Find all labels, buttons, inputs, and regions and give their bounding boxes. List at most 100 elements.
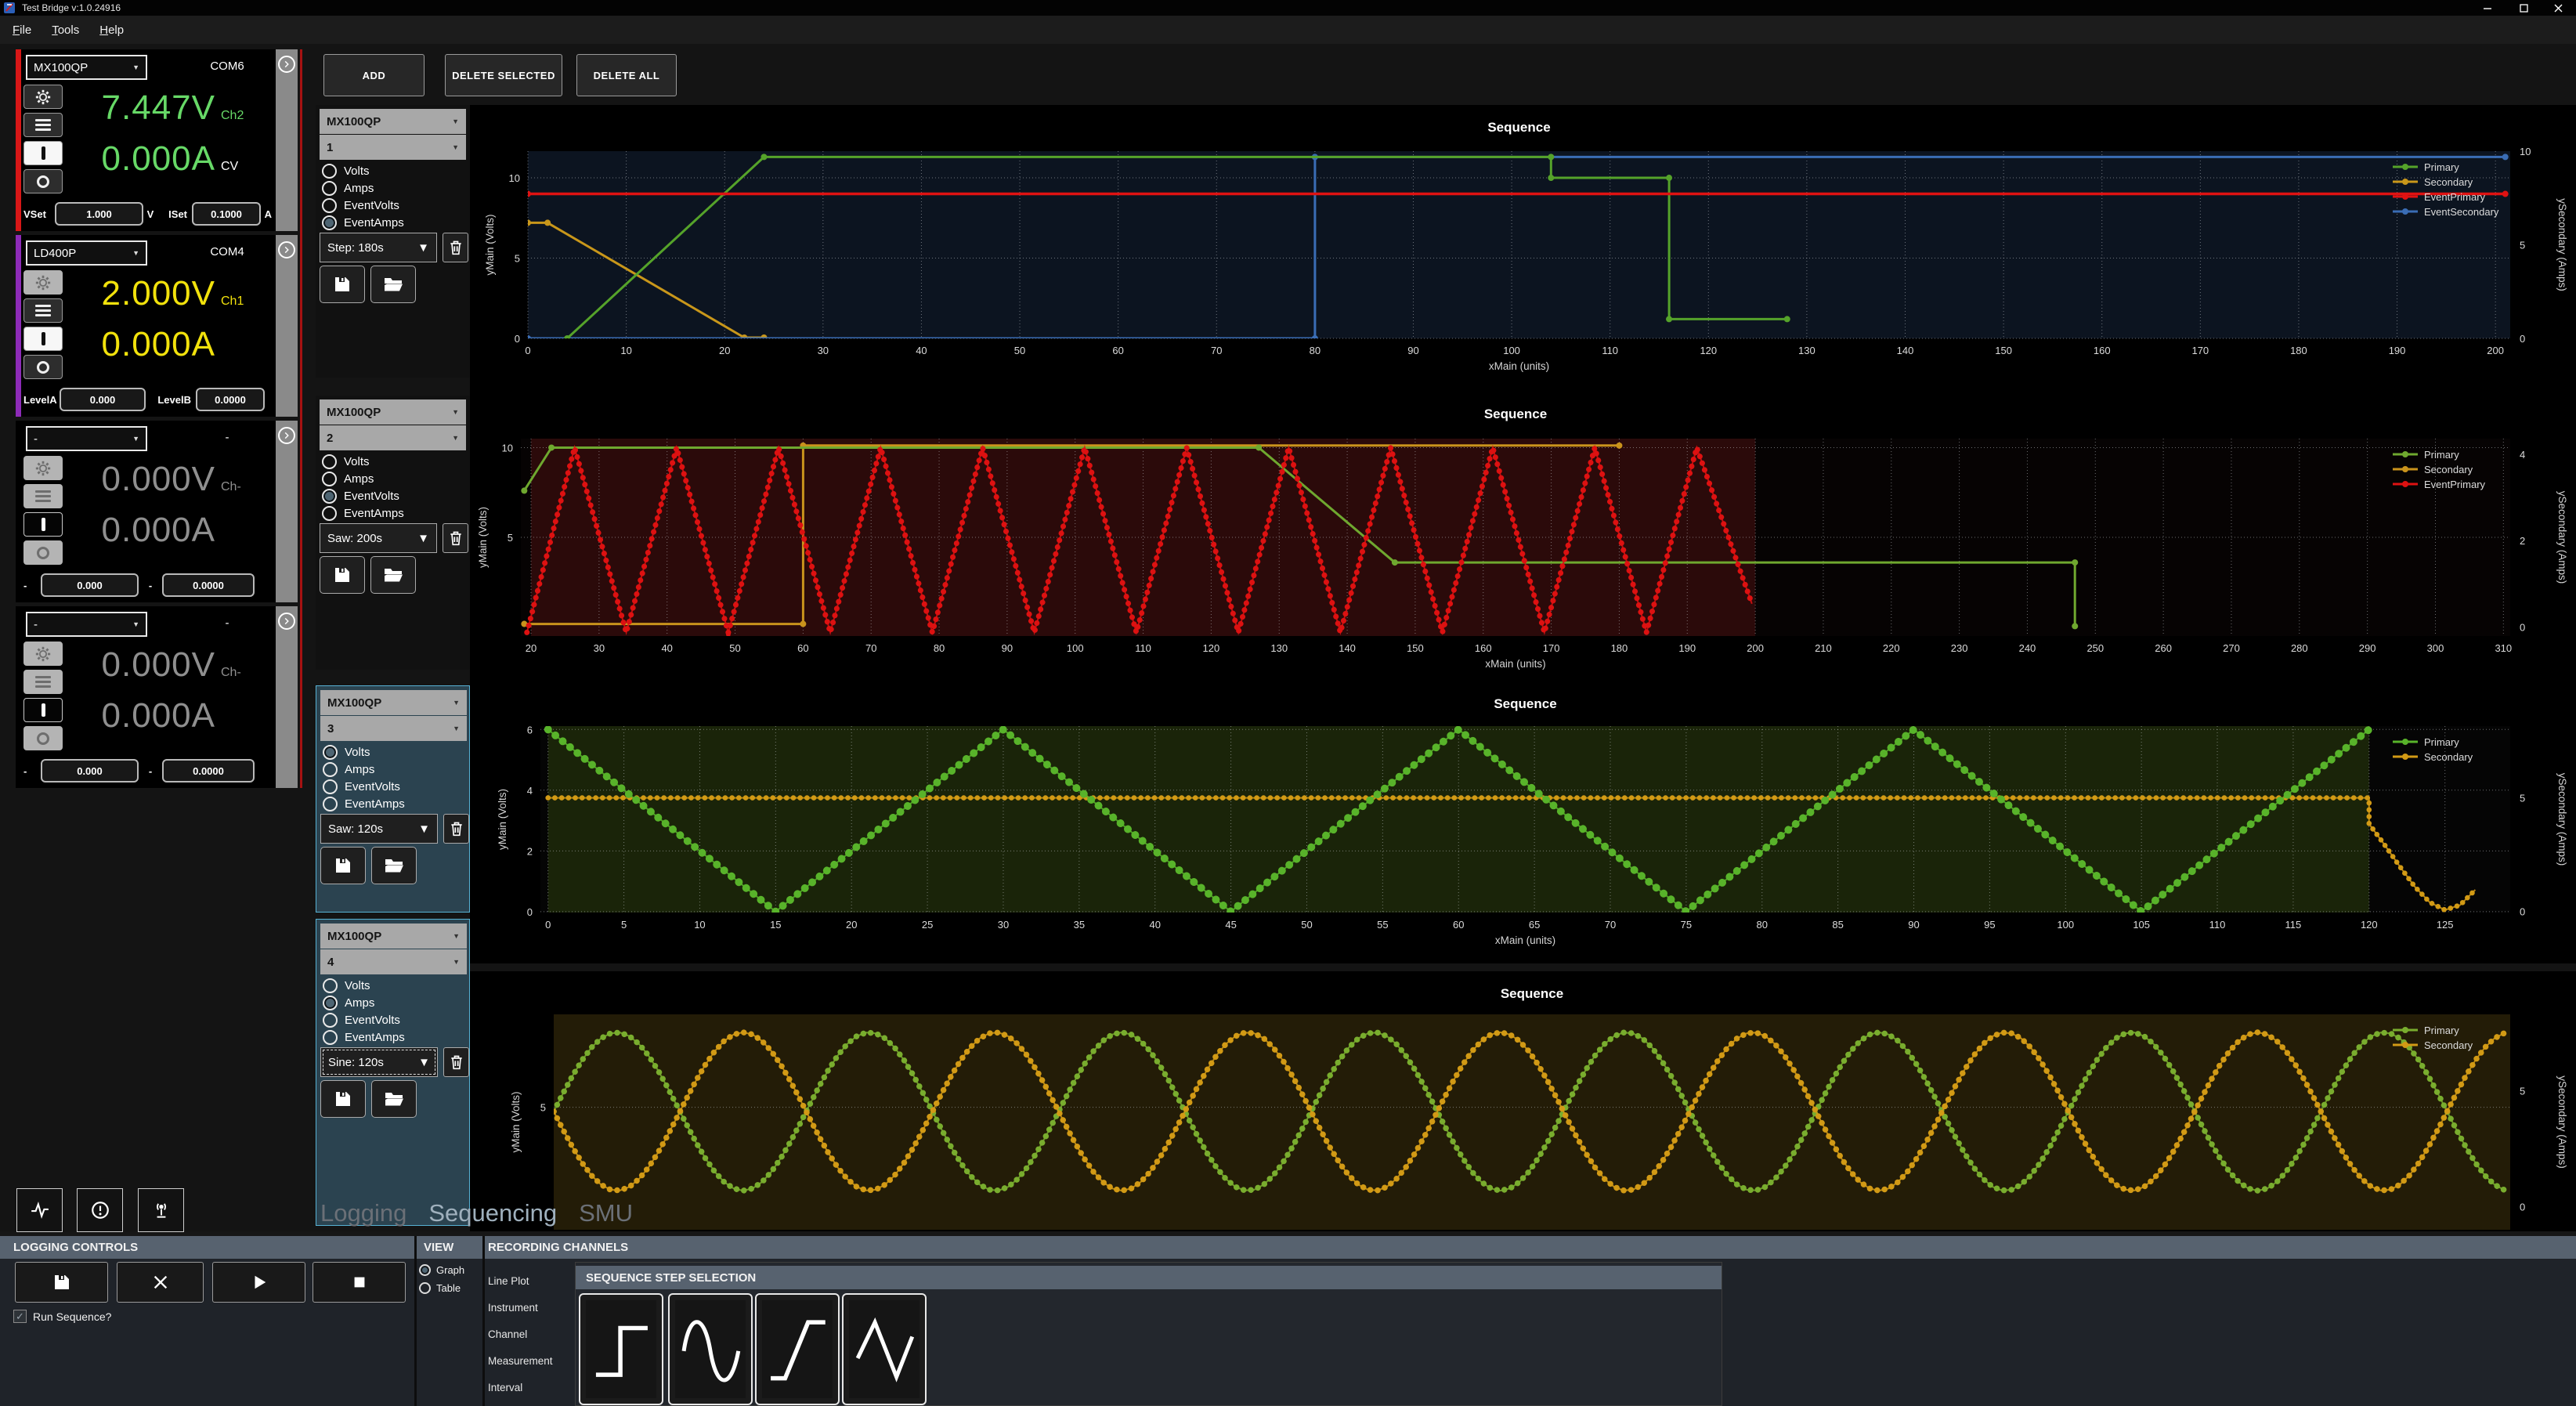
- view-option-graph[interactable]: Graph: [419, 1264, 464, 1276]
- menu-help[interactable]: Help: [99, 23, 124, 37]
- save-step-button[interactable]: [320, 266, 365, 303]
- panel-expander-strip: [276, 606, 298, 788]
- sine-waveform-button[interactable]: [668, 1293, 753, 1405]
- radio-option-volts[interactable]: Volts: [322, 162, 467, 179]
- menu-tools[interactable]: Tools: [52, 23, 79, 37]
- iset-input[interactable]: 0.1000: [192, 202, 261, 226]
- minimize-icon[interactable]: [2471, 0, 2504, 16]
- waveform-dropdown[interactable]: Saw: 120s▼: [320, 814, 438, 844]
- radio-option-eventvolts[interactable]: EventVolts: [322, 197, 467, 214]
- step-channel-dropdown[interactable]: 4▼: [320, 949, 467, 974]
- recording-option-line-plot[interactable]: Line Plot: [488, 1275, 529, 1287]
- radio-option-volts[interactable]: Volts: [322, 453, 467, 470]
- triangle-waveform-button[interactable]: [842, 1293, 927, 1405]
- waveform-dropdown[interactable]: Sine: 120s▼: [320, 1047, 438, 1077]
- svg-text:ySecondary (Amps): ySecondary (Amps): [2556, 1075, 2568, 1169]
- view-option-table[interactable]: Table: [419, 1282, 461, 1294]
- radio-option-eventamps[interactable]: EventAmps: [322, 504, 467, 522]
- radio-option-amps[interactable]: Amps: [323, 761, 466, 778]
- menu-button[interactable]: [23, 113, 63, 137]
- delete-step-button[interactable]: [443, 814, 469, 844]
- recording-option-interval[interactable]: Interval: [488, 1382, 522, 1393]
- stop-logging-button[interactable]: [313, 1262, 406, 1303]
- reset-button[interactable]: [23, 169, 63, 193]
- radio-option-volts[interactable]: Volts: [323, 743, 466, 761]
- recording-option-instrument[interactable]: Instrument: [488, 1302, 538, 1314]
- open-step-button[interactable]: [371, 847, 417, 884]
- tab-smu[interactable]: SMU: [579, 1199, 633, 1227]
- step-waveform-button[interactable]: [579, 1293, 663, 1405]
- step-channel-dropdown[interactable]: 3▼: [320, 716, 467, 741]
- save-step-button[interactable]: [320, 1080, 366, 1118]
- output-power-button[interactable]: [23, 512, 63, 537]
- instrument-model-dropdown[interactable]: -▼: [26, 612, 147, 637]
- radio-option-eventamps[interactable]: EventAmps: [322, 214, 467, 231]
- step-channel-dropdown[interactable]: 1▼: [320, 135, 466, 160]
- field2-input[interactable]: 0.0000: [162, 573, 255, 597]
- close-icon[interactable]: [2542, 0, 2574, 16]
- step-device-dropdown[interactable]: MX100QP▼: [320, 109, 466, 134]
- menu-file[interactable]: File: [13, 23, 31, 37]
- step-device-dropdown[interactable]: MX100QP▼: [320, 399, 466, 425]
- radio-option-eventamps[interactable]: EventAmps: [323, 1028, 466, 1046]
- delete-all-button[interactable]: DELETE ALL: [576, 54, 677, 96]
- radio-option-amps[interactable]: Amps: [322, 179, 467, 197]
- radio-option-amps[interactable]: Amps: [323, 994, 466, 1011]
- instrument-model-dropdown[interactable]: -▼: [26, 426, 147, 451]
- svg-text:130: 130: [1270, 642, 1288, 654]
- add-button[interactable]: ADD: [323, 54, 425, 96]
- delete-selected-button[interactable]: DELETE SELECTED: [445, 54, 562, 96]
- tab-sequencing[interactable]: Sequencing: [428, 1199, 557, 1227]
- step-channel-dropdown[interactable]: 2▼: [320, 425, 466, 450]
- open-step-button[interactable]: [371, 1080, 417, 1118]
- delete-step-button[interactable]: [443, 523, 468, 553]
- pulse-monitor-button[interactable]: [16, 1188, 63, 1232]
- open-step-button[interactable]: [370, 266, 416, 303]
- step-device-dropdown[interactable]: MX100QP▼: [320, 923, 467, 949]
- save-step-button[interactable]: [320, 556, 365, 594]
- save-log-button[interactable]: [15, 1262, 108, 1303]
- output-power-button[interactable]: [23, 698, 63, 722]
- waveform-dropdown[interactable]: Step: 180s▼: [320, 233, 437, 262]
- expand-chevron-icon[interactable]: [278, 613, 295, 630]
- levelb-input[interactable]: 0.0000: [196, 388, 265, 411]
- instrument-model-dropdown[interactable]: MX100QP▼: [26, 55, 147, 80]
- reset-button[interactable]: [23, 355, 63, 379]
- delete-step-button[interactable]: [443, 1047, 469, 1077]
- recording-option-channel[interactable]: Channel: [488, 1328, 527, 1340]
- save-step-button[interactable]: [320, 847, 366, 884]
- maximize-icon[interactable]: [2507, 0, 2540, 16]
- field1-input[interactable]: 0.000: [41, 759, 139, 783]
- step-device-dropdown[interactable]: MX100QP▼: [320, 690, 467, 715]
- output-power-button[interactable]: [23, 141, 63, 165]
- radio-option-eventvolts[interactable]: EventVolts: [323, 778, 466, 795]
- delete-step-button[interactable]: [443, 233, 468, 262]
- radio-option-volts[interactable]: Volts: [323, 977, 466, 994]
- run-sequence-checkbox[interactable]: ✓: [13, 1310, 27, 1323]
- tab-logging[interactable]: Logging: [320, 1199, 406, 1227]
- radio-option-amps[interactable]: Amps: [322, 470, 467, 487]
- settings-button[interactable]: [23, 85, 63, 109]
- recording-option-measurement[interactable]: Measurement: [488, 1355, 553, 1367]
- radio-option-eventamps[interactable]: EventAmps: [323, 795, 466, 812]
- menu-button[interactable]: [23, 298, 63, 323]
- open-step-button[interactable]: [370, 556, 416, 594]
- start-logging-button[interactable]: [212, 1262, 305, 1303]
- alerts-button[interactable]: [77, 1188, 123, 1232]
- waveform-dropdown[interactable]: Saw: 200s▼: [320, 523, 437, 553]
- field1-input[interactable]: 0.000: [41, 573, 139, 597]
- expand-chevron-icon[interactable]: [278, 241, 295, 258]
- radio-option-eventvolts[interactable]: EventVolts: [323, 1011, 466, 1028]
- output-power-button[interactable]: [23, 327, 63, 351]
- radio-option-eventvolts[interactable]: EventVolts: [322, 487, 467, 504]
- field2-input[interactable]: 0.0000: [162, 759, 255, 783]
- expand-chevron-icon[interactable]: [278, 427, 295, 444]
- clear-log-button[interactable]: [117, 1262, 204, 1303]
- levela-input[interactable]: 0.000: [60, 388, 146, 411]
- broadcast-button[interactable]: [138, 1188, 184, 1232]
- expand-chevron-icon[interactable]: [278, 56, 295, 73]
- instrument-model-dropdown[interactable]: LD400P▼: [26, 240, 147, 266]
- channel-label: Ch1: [221, 295, 254, 309]
- vset-input[interactable]: 1.000: [55, 202, 143, 226]
- ramp-waveform-button[interactable]: [755, 1293, 840, 1405]
